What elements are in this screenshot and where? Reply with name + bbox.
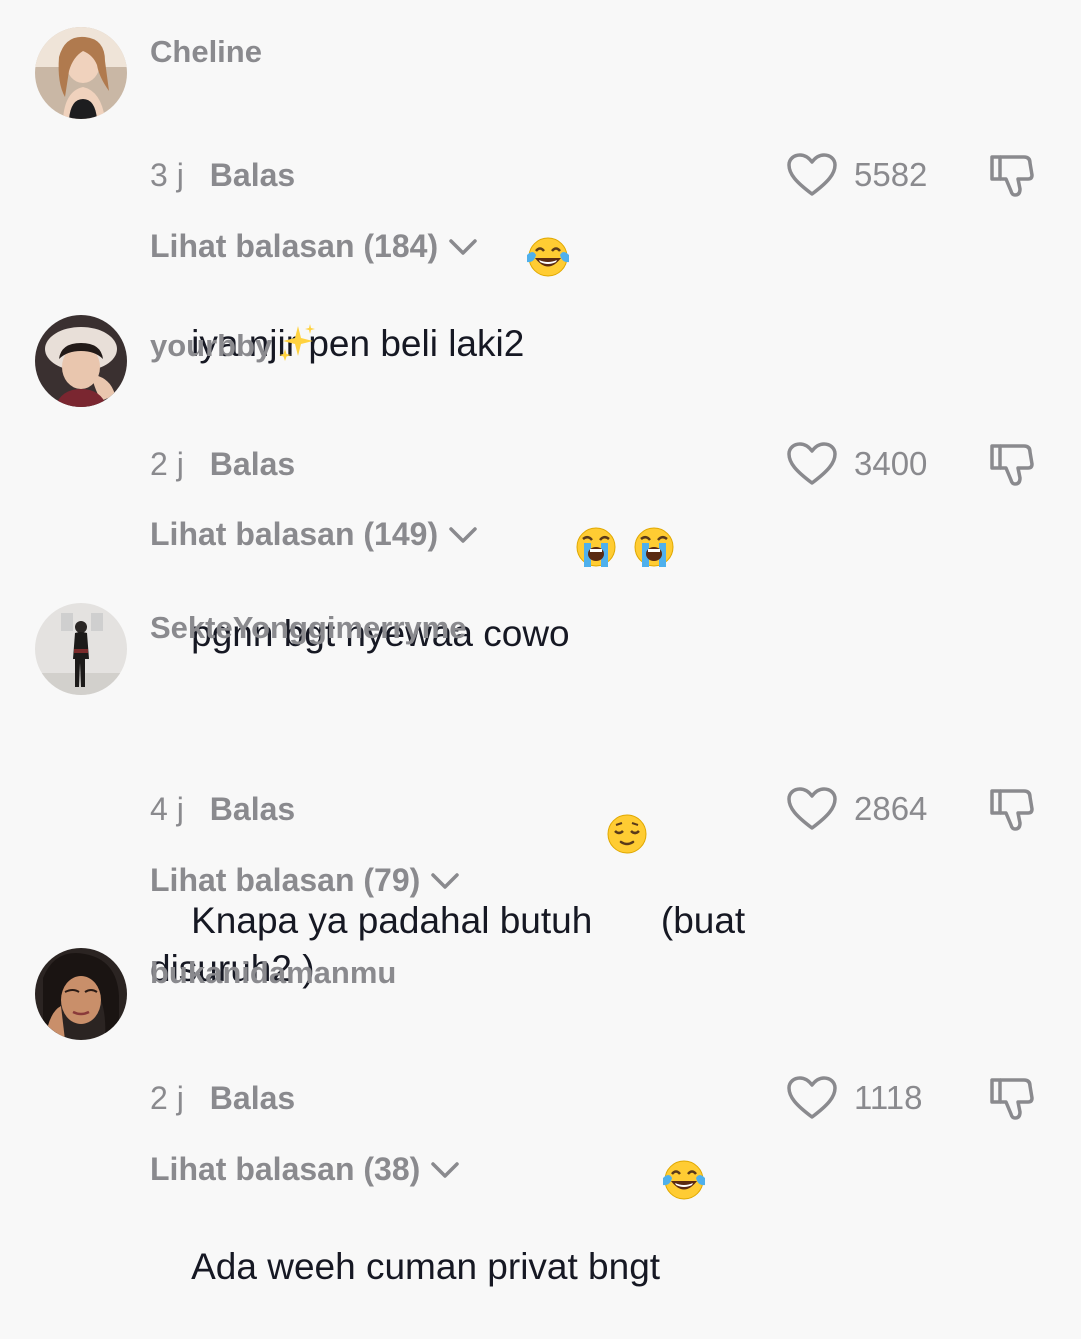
heart-outline-icon xyxy=(787,153,837,196)
view-replies-label: Lihat balasan (184) xyxy=(150,228,439,264)
face-with-tears-of-joy-icon xyxy=(524,137,572,277)
heart-outline-icon xyxy=(787,442,837,485)
thumbs-down-icon xyxy=(990,155,1034,197)
like-count: 5582 xyxy=(854,156,928,193)
comment-text-part: (buat xyxy=(650,900,746,941)
avatar[interactable] xyxy=(35,948,127,1040)
username[interactable]: yourbby xyxy=(150,322,318,364)
view-replies-button[interactable]: Lihat balasan (149) xyxy=(150,516,478,553)
like-count: 3400 xyxy=(854,445,928,482)
chevron-down-icon xyxy=(431,872,460,889)
view-replies-label: Lihat balasan (149) xyxy=(150,516,439,552)
comment-meta: 2 j Balas xyxy=(150,1080,295,1117)
dislike-button[interactable] xyxy=(988,785,1036,833)
dislike-button[interactable] xyxy=(988,440,1036,488)
comment-time: 2 j xyxy=(150,446,184,482)
relieved-face-icon xyxy=(603,714,651,854)
comment-meta: 2 j Balas xyxy=(150,446,295,483)
reply-button[interactable]: Balas xyxy=(210,157,295,193)
reply-button[interactable]: Balas xyxy=(210,791,295,827)
like-button[interactable]: 3400 xyxy=(786,439,927,489)
comment-time: 3 j xyxy=(150,157,184,193)
face-with-tears-of-joy-icon xyxy=(660,1060,708,1200)
thumbs-down-icon xyxy=(990,444,1034,486)
avatar[interactable] xyxy=(35,27,127,119)
comment-text-body: Ada weeh cuman privat bngt xyxy=(191,1246,661,1287)
view-replies-button[interactable]: Lihat balasan (184) xyxy=(150,228,478,265)
username[interactable]: bukanidamanmu xyxy=(150,955,396,991)
comment-meta: 3 j Balas xyxy=(150,157,295,194)
reply-button[interactable]: Balas xyxy=(210,1080,295,1116)
comment-text-part: Knapa ya padahal butuh xyxy=(191,900,603,941)
like-button[interactable]: 2864 xyxy=(786,784,927,834)
view-replies-label: Lihat balasan (79) xyxy=(150,862,421,898)
loudly-crying-face-icon xyxy=(628,427,676,567)
dislike-button[interactable] xyxy=(988,151,1036,199)
avatar[interactable] xyxy=(35,603,127,695)
chevron-down-icon xyxy=(449,238,477,255)
thumbs-down-icon xyxy=(990,789,1034,831)
comment-time: 4 j xyxy=(150,791,184,827)
like-button[interactable]: 1118 xyxy=(786,1073,923,1123)
heart-outline-icon xyxy=(787,787,837,830)
heart-outline-icon xyxy=(787,1076,837,1119)
username[interactable]: SekteYonggimerryme xyxy=(150,610,466,646)
sparkles-icon xyxy=(276,322,318,364)
comment-time: 2 j xyxy=(150,1080,184,1116)
username[interactable]: Cheline xyxy=(150,34,262,70)
chevron-down-icon xyxy=(431,1161,460,1178)
view-replies-button[interactable]: Lihat balasan (79) xyxy=(150,862,460,899)
username-text: yourbby xyxy=(150,328,273,363)
reply-button[interactable]: Balas xyxy=(210,446,295,482)
dislike-button[interactable] xyxy=(988,1074,1036,1122)
view-replies-button[interactable]: Lihat balasan (38) xyxy=(150,1151,460,1188)
like-count: 1118 xyxy=(854,1079,923,1116)
thumbs-down-icon xyxy=(990,1078,1034,1120)
like-count: 2864 xyxy=(854,790,928,827)
avatar[interactable] xyxy=(35,315,127,407)
chevron-down-icon xyxy=(449,526,477,543)
loudly-crying-face-icon xyxy=(570,427,618,567)
comment-meta: 4 j Balas xyxy=(150,791,295,828)
view-replies-label: Lihat balasan (38) xyxy=(150,1151,421,1187)
like-button[interactable]: 5582 xyxy=(786,150,927,200)
